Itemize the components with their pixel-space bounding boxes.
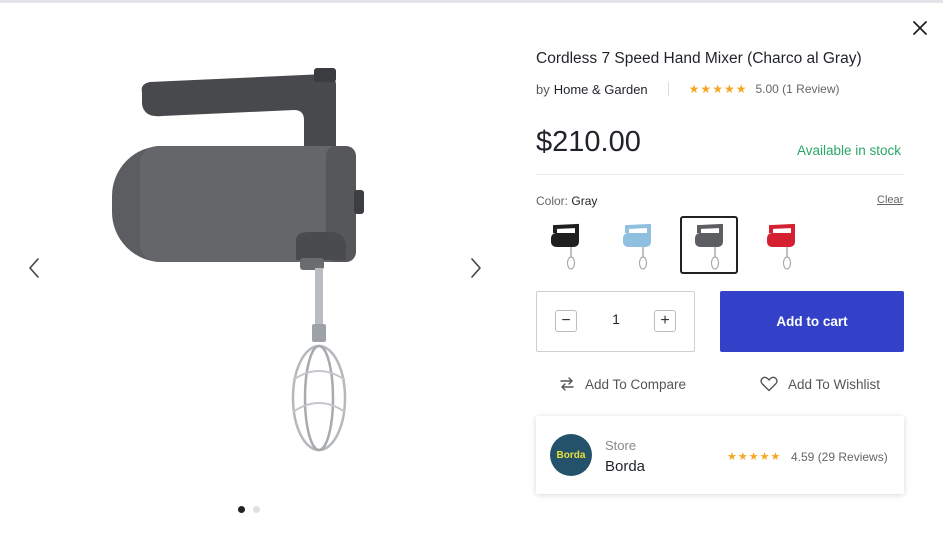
mixer-thumbnail-icon: [551, 223, 579, 270]
quantity-increase-button[interactable]: +: [654, 310, 676, 332]
quantity-input[interactable]: [597, 311, 635, 327]
product-gallery: [0, 0, 520, 537]
slide-dot-1[interactable]: [238, 506, 245, 513]
store-rating-stars: ★★★★★: [727, 451, 782, 463]
add-to-compare-button[interactable]: Add To Compare: [559, 376, 686, 392]
color-label-text: Color:: [536, 194, 569, 208]
color-label: Color: Gray: [536, 194, 597, 208]
meta-divider: [667, 82, 669, 96]
color-swatch-blue[interactable]: [608, 216, 666, 274]
product-price: $210.00: [536, 126, 641, 158]
selected-color: Gray: [571, 194, 598, 208]
color-swatch-red[interactable]: [752, 216, 810, 274]
divider: [536, 174, 904, 175]
wishlist-label: Add To Wishlist: [788, 376, 881, 392]
close-icon[interactable]: [910, 18, 930, 38]
color-swatches: [536, 216, 810, 274]
store-rating-text: 4.59 (29 Reviews): [791, 450, 888, 464]
color-swatch-gray[interactable]: [680, 216, 738, 274]
add-to-cart-button[interactable]: Add to cart: [720, 291, 904, 352]
store-avatar: Borda: [550, 434, 592, 476]
product-title: Cordless 7 Speed Hand Mixer (Charco al G…: [536, 50, 862, 67]
clear-color-link[interactable]: Clear: [877, 194, 903, 206]
chevron-left-icon[interactable]: [26, 256, 42, 280]
rating-text[interactable]: 5.00 (1 Review): [755, 82, 839, 96]
brand-link[interactable]: Home & Garden: [554, 82, 648, 97]
compare-icon: [560, 377, 574, 391]
quantity-decrease-button[interactable]: −: [555, 310, 577, 332]
slide-dot-2[interactable]: [253, 506, 260, 513]
mixer-thumbnail-icon: [623, 223, 651, 270]
store-label: Store: [605, 438, 637, 453]
product-meta: by Home & Garden ★★★★★ 5.00 (1 Review): [536, 80, 840, 98]
chevron-right-icon[interactable]: [468, 256, 484, 280]
rating-stars: ★★★★★: [688, 82, 748, 96]
stock-status: Available in stock: [797, 143, 902, 158]
compare-label: Add To Compare: [585, 376, 687, 392]
quantity-stepper: − +: [536, 291, 695, 352]
by-prefix: by: [536, 81, 550, 97]
mixer-thumbnail-icon: [767, 223, 795, 270]
add-to-wishlist-button[interactable]: Add To Wishlist: [760, 376, 880, 392]
heart-icon: [760, 376, 778, 392]
slide-indicator: [238, 506, 260, 513]
store-card[interactable]: Borda Store Borda ★★★★★ 4.59 (29 Reviews…: [536, 416, 904, 494]
store-name[interactable]: Borda: [605, 458, 645, 475]
color-swatch-black[interactable]: [536, 216, 594, 274]
product-image: [112, 68, 364, 452]
mixer-thumbnail-icon: [695, 223, 723, 270]
